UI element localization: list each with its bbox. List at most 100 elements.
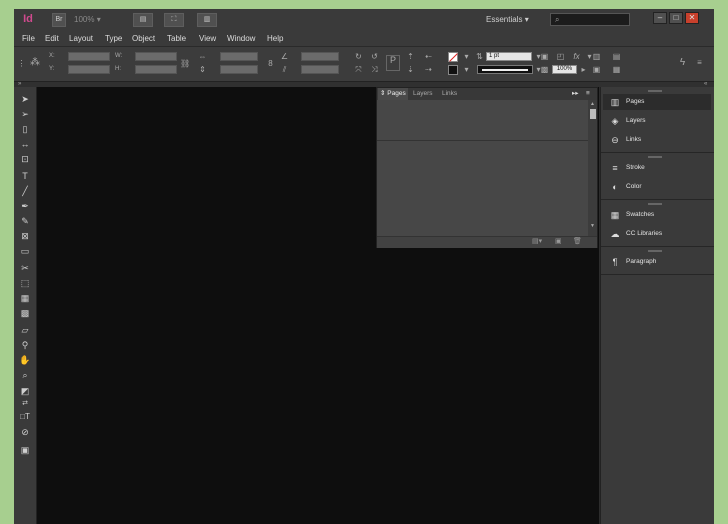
master-pages-area[interactable]: [377, 100, 588, 141]
document-pages-area[interactable]: [377, 141, 588, 236]
shear-angle-field[interactable]: [301, 65, 339, 74]
zoom-level[interactable]: 100% ▾: [74, 13, 116, 27]
chevron-down-icon[interactable]: ▾: [462, 52, 471, 61]
workspace-switcher[interactable]: Essentials ▾: [486, 13, 542, 27]
select-previous-icon[interactable]: ⇠: [424, 52, 433, 61]
scroll-down-icon[interactable]: ▼: [590, 223, 595, 229]
scroll-up-icon[interactable]: ▲: [590, 101, 595, 107]
opacity-field[interactable]: 100%: [552, 65, 577, 74]
w-field[interactable]: [135, 52, 177, 61]
dock-grip[interactable]: [648, 90, 662, 92]
minimize-button[interactable]: –: [653, 12, 667, 24]
fit-frame-icon[interactable]: ▦: [612, 65, 621, 74]
menu-object[interactable]: Object: [132, 31, 155, 46]
hand-tool-icon[interactable]: ✋: [17, 353, 33, 367]
scale-x-field[interactable]: [220, 52, 258, 61]
free-transform-tool-icon[interactable]: ⬚: [17, 276, 33, 290]
direct-selection-tool-icon[interactable]: ➢: [17, 107, 33, 121]
scrollbar-thumb[interactable]: [590, 109, 596, 119]
stroke-swatch[interactable]: [448, 65, 458, 75]
reference-point-icon[interactable]: ⁂: [30, 58, 40, 68]
eyedropper-tool-icon[interactable]: ⚲: [17, 338, 33, 352]
distribute-icon[interactable]: ▤: [612, 52, 621, 61]
chevron-down-icon[interactable]: ▾: [462, 65, 471, 74]
dock-item-stroke[interactable]: ≡ Stroke: [603, 160, 711, 176]
content-collector-icon[interactable]: ⊡: [17, 152, 33, 166]
type-tool-icon[interactable]: T: [17, 169, 33, 183]
stroke-weight-stepper-icon[interactable]: ⇅: [475, 52, 484, 61]
tab-pages[interactable]: ⇕ Pages: [380, 89, 406, 99]
menu-type[interactable]: Type: [105, 31, 122, 46]
delete-page-icon[interactable]: 🗑: [573, 237, 582, 245]
stroke-type-field[interactable]: [477, 65, 533, 74]
y-field[interactable]: [68, 65, 110, 74]
zoom-tool-icon[interactable]: ⌕: [17, 368, 33, 382]
effects-icon[interactable]: fx: [572, 52, 581, 61]
dock-grip[interactable]: [648, 250, 662, 252]
text-wrap-icon[interactable]: ▣: [540, 52, 549, 61]
fill-stroke-swatch-icon[interactable]: ◩: [17, 384, 33, 398]
align-icon[interactable]: ▥: [592, 52, 601, 61]
rotate-angle-field[interactable]: [301, 52, 339, 61]
x-field[interactable]: [68, 52, 110, 61]
view-options-button[interactable]: ▤: [133, 13, 153, 27]
formatting-affects-container-icon[interactable]: □T: [17, 410, 33, 424]
menu-view[interactable]: View: [199, 31, 216, 46]
frame-fitting-icon[interactable]: ▣: [592, 65, 601, 74]
apply-none-icon[interactable]: ⊘: [17, 425, 33, 439]
fill-swatch[interactable]: [448, 52, 458, 62]
tab-layers[interactable]: Layers: [413, 89, 433, 99]
gradient-feather-tool-icon[interactable]: ▩: [17, 306, 33, 320]
dock-item-swatches[interactable]: ▦ Swatches: [603, 207, 711, 223]
screen-mode-icon[interactable]: ▣: [17, 443, 33, 457]
menu-edit[interactable]: Edit: [45, 31, 59, 46]
panel-menu-icon[interactable]: ≡: [586, 89, 590, 99]
dock-grip[interactable]: [648, 203, 662, 205]
dock-item-paragraph[interactable]: ¶ Paragraph: [603, 254, 711, 270]
gradient-swatch-tool-icon[interactable]: ▦: [17, 291, 33, 305]
menu-help[interactable]: Help: [267, 31, 283, 46]
dock-item-links[interactable]: ⊖ Links: [603, 132, 711, 148]
rotate-cw-icon[interactable]: ↻: [354, 52, 363, 61]
dock-item-layers[interactable]: ◈ Layers: [603, 113, 711, 129]
dock-item-pages[interactable]: ▥ Pages: [603, 94, 711, 110]
select-content-icon[interactable]: ⇣: [406, 65, 415, 74]
quick-apply-icon[interactable]: ϟ: [678, 58, 687, 68]
page-tool-icon[interactable]: ▯: [17, 122, 33, 136]
default-fill-stroke-icon[interactable]: ⇄: [17, 397, 33, 411]
dock-item-color[interactable]: ◐ Color: [603, 179, 711, 195]
close-button[interactable]: ✕: [685, 12, 699, 24]
select-next-icon[interactable]: ⇢: [424, 65, 433, 74]
constrain-proportions-icon[interactable]: ⛓: [180, 59, 190, 68]
rectangle-tool-icon[interactable]: ▭: [17, 244, 33, 258]
line-tool-icon[interactable]: ╱: [17, 184, 33, 198]
h-field[interactable]: [135, 65, 177, 74]
gap-tool-icon[interactable]: ↔: [17, 137, 33, 151]
selection-tool-icon[interactable]: ➤: [17, 92, 33, 106]
pencil-tool-icon[interactable]: ✎: [17, 214, 33, 228]
pen-tool-icon[interactable]: ✒: [17, 199, 33, 213]
dock-grip[interactable]: [648, 156, 662, 158]
corner-options-icon[interactable]: ◰: [556, 52, 565, 61]
dock-item-cc-libraries[interactable]: ☁ CC Libraries: [603, 226, 711, 242]
flip-icon[interactable]: ⤧: [354, 65, 363, 74]
bridge-button[interactable]: Br: [52, 13, 66, 27]
chevron-right-icon[interactable]: ▸: [579, 65, 588, 74]
scale-y-field[interactable]: [220, 65, 258, 74]
rotate-ccw-icon[interactable]: ↺: [370, 52, 379, 61]
panel-menu-icon[interactable]: ≡: [695, 58, 704, 67]
stroke-weight-field[interactable]: 1 pt: [486, 52, 532, 61]
select-container-icon[interactable]: ⇡: [406, 52, 415, 61]
new-page-icon[interactable]: ▣: [555, 237, 562, 245]
arrange-documents-button[interactable]: ▥: [197, 13, 217, 27]
tab-links[interactable]: Links: [442, 89, 457, 99]
menu-file[interactable]: File: [22, 31, 35, 46]
scissors-tool-icon[interactable]: ✂: [17, 261, 33, 275]
menu-layout[interactable]: Layout: [69, 31, 93, 46]
note-tool-icon[interactable]: ▱: [17, 323, 33, 337]
constrain-scale-icon[interactable]: 8: [266, 59, 275, 68]
search-field[interactable]: ⌕: [550, 13, 630, 26]
flip-vertical-icon[interactable]: ⤨: [370, 65, 379, 74]
maximize-button[interactable]: □: [669, 12, 683, 24]
collapse-panel-icon[interactable]: ▸▸: [572, 89, 579, 99]
